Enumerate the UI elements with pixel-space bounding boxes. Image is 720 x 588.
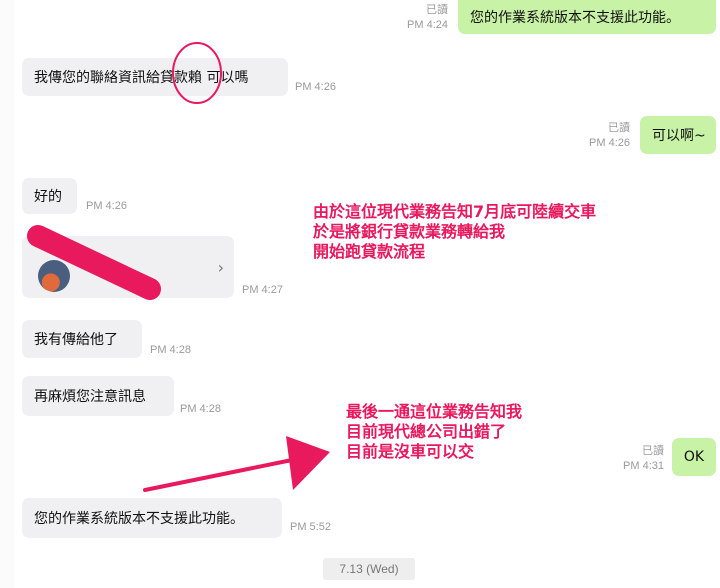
message-meta: 已讀 PM 4:24 (392, 3, 448, 33)
shared-contact-card[interactable]: › (22, 236, 234, 298)
left-edge (0, 0, 14, 588)
message-time: PM 4:26 (295, 81, 336, 93)
arrow-head-icon (286, 436, 330, 490)
annotation-line: 由於這位現代業務告知7月底可陸續交車 (313, 202, 597, 221)
read-receipt: 已讀 (642, 445, 664, 457)
message-time: PM 4:26 (589, 137, 630, 149)
message-meta: 已讀 PM 4:31 (608, 444, 664, 474)
incoming-message-bubble[interactable]: 我有傳給他了 (22, 320, 142, 358)
annotation-note-2: 最後一通這位業務告知我 目前現代總公司出錯了 目前是沒車可以交 (346, 402, 522, 462)
message-time: PM 5:52 (290, 521, 331, 533)
chevron-right-icon: › (217, 258, 224, 277)
annotation-line: 於是將銀行貸款業務轉給我 (313, 222, 506, 241)
avatar (38, 260, 70, 292)
incoming-message-bubble[interactable]: 好的 (22, 178, 77, 214)
incoming-message-bubble[interactable]: 我傳您的聯絡資訊給貸款賴 可以嗎 (22, 58, 288, 96)
read-receipt: 已讀 (608, 122, 630, 134)
message-time: PM 4:26 (86, 200, 127, 212)
message-time: PM 4:27 (242, 284, 283, 296)
arrow-shaft (143, 458, 294, 492)
annotation-note-1: 由於這位現代業務告知7月底可陸續交車 於是將銀行貸款業務轉給我 開始跑貸款流程 (313, 202, 596, 262)
incoming-message-bubble[interactable]: 您的作業系統版本不支援此功能。 (22, 498, 282, 538)
outgoing-message-bubble[interactable]: 可以啊~ (640, 116, 716, 154)
outgoing-message-bubble[interactable]: OK (672, 438, 716, 476)
message-time: PM 4:28 (180, 403, 221, 415)
chat-window: 已讀 PM 4:24 您的作業系統版本不支援此功能。 我傳您的聯絡資訊給貸款賴 … (0, 0, 720, 588)
message-meta: 已讀 PM 4:26 (574, 121, 630, 151)
annotation-line: 目前是沒車可以交 (346, 442, 475, 461)
annotation-line: 開始跑貸款流程 (313, 242, 426, 261)
message-time: PM 4:24 (407, 19, 448, 31)
read-receipt: 已讀 (426, 4, 448, 16)
message-time: PM 4:31 (623, 460, 664, 472)
date-divider: 7.13 (Wed) (323, 558, 415, 580)
incoming-message-bubble[interactable]: 再麻煩您注意訊息 (22, 376, 174, 416)
annotation-line: 目前現代總公司出錯了 (346, 422, 507, 441)
annotation-line: 最後一通這位業務告知我 (346, 402, 523, 421)
outgoing-message-bubble[interactable]: 您的作業系統版本不支援此功能。 (458, 0, 716, 34)
message-time: PM 4:28 (150, 344, 191, 356)
